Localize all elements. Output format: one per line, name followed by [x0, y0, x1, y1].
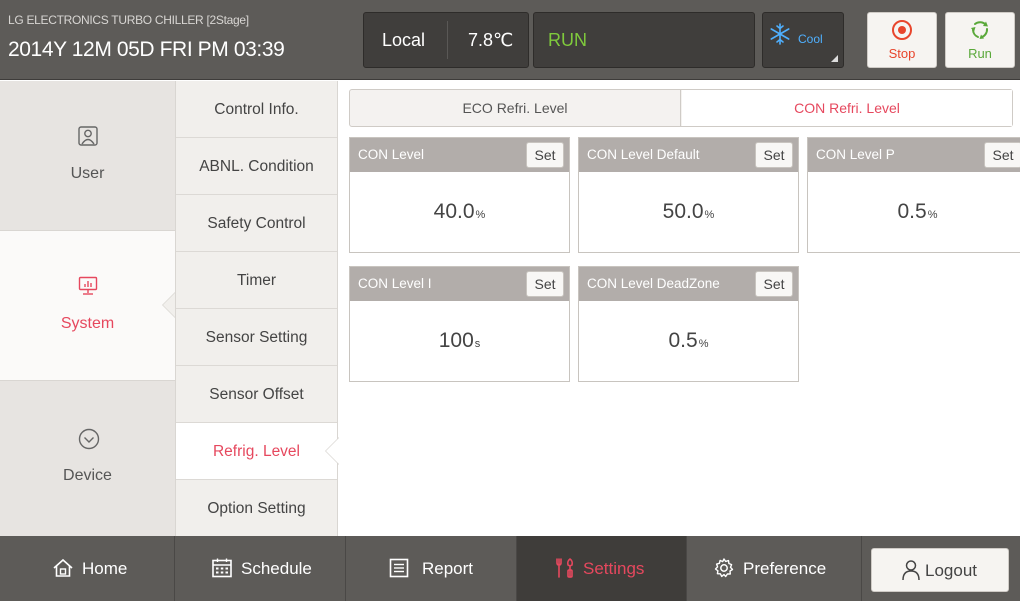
- run-status-text: RUN: [548, 30, 587, 50]
- subnav-item-sensor-setting[interactable]: Sensor Setting: [176, 309, 337, 366]
- cool-mode-selector[interactable]: Cool: [762, 12, 844, 68]
- card-header: CON Level Default Set: [579, 138, 798, 172]
- cool-mode-label: Cool: [798, 32, 823, 46]
- control-mode-label: Local: [382, 30, 426, 50]
- stop-button-label: Stop: [888, 46, 916, 61]
- value-unit: %: [698, 338, 709, 350]
- logout-button[interactable]: Logout: [871, 548, 1009, 592]
- bottom-nav: Home Schedule Report Settings Preference: [0, 536, 1020, 601]
- value-number: 100: [438, 329, 474, 352]
- gear-icon: [714, 558, 734, 578]
- value-unit: %: [927, 209, 938, 221]
- stop-button[interactable]: Stop: [867, 12, 937, 68]
- header-bar: LG ELECTRONICS TURBO CHILLER [2Stage] 20…: [0, 0, 1020, 80]
- level-tabbar: ECO Refri. Level CON Refri. Level: [349, 89, 1013, 127]
- tab-eco-refri-level[interactable]: ECO Refri. Level: [350, 90, 681, 126]
- nav-settings-label: Settings: [583, 559, 645, 578]
- card-title: CON Level I: [358, 276, 432, 291]
- nav-home-label: Home: [82, 559, 128, 578]
- nav-schedule[interactable]: Schedule: [175, 536, 346, 601]
- subnav-item-control-info[interactable]: Control Info.: [176, 81, 337, 138]
- nav-settings[interactable]: Settings: [517, 536, 687, 601]
- set-button[interactable]: Set: [755, 142, 793, 168]
- card-value: 100s: [350, 329, 569, 353]
- home-icon: [53, 558, 73, 577]
- sidebar-item-label: User: [70, 165, 105, 182]
- check-circle-icon: [78, 428, 100, 450]
- run-button-label: Run: [968, 46, 992, 61]
- value-number: 0.5: [668, 329, 698, 352]
- subnav-item-abnl-condition[interactable]: ABNL. Condition: [176, 138, 337, 195]
- subnav-item-option-setting[interactable]: Option Setting: [176, 480, 337, 537]
- run-cycle-icon: [971, 21, 988, 39]
- mode-status-box: Local 7.8℃: [363, 12, 529, 68]
- device-title: LG ELECTRONICS TURBO CHILLER [2Stage]: [8, 13, 249, 27]
- temperature-readout: 7.8℃: [468, 30, 514, 50]
- card-title: CON Level: [358, 147, 425, 162]
- nav-report[interactable]: Report: [346, 536, 517, 601]
- primary-sidebar: User System Device: [0, 81, 176, 536]
- card-value: 0.5%: [579, 329, 798, 353]
- sidebar-item-label: System: [60, 315, 115, 332]
- card-header: CON Level Set: [350, 138, 569, 172]
- card-value: 0.5%: [808, 200, 1020, 224]
- datetime-display: 2014Y 12M 05D FRI PM 03:39: [8, 38, 285, 61]
- sidebar-item-label: Device: [63, 467, 112, 484]
- setting-card-con-level-i: CON Level I Set 100s: [349, 266, 570, 382]
- sidebar-item-user[interactable]: User: [0, 81, 175, 231]
- value-unit: s: [474, 338, 481, 350]
- value-unit: %: [704, 209, 715, 221]
- card-value: 40.0%: [350, 200, 569, 224]
- setting-card-con-level: CON Level Set 40.0%: [349, 137, 570, 253]
- sidebar-item-system[interactable]: System: [0, 230, 176, 381]
- card-header: CON Level I Set: [350, 267, 569, 301]
- value-number: 50.0: [662, 200, 704, 223]
- report-icon: [389, 558, 409, 578]
- value-number: 40.0: [433, 200, 475, 223]
- dropdown-corner-icon: [831, 55, 838, 62]
- setting-card-con-level-p: CON Level P Set 0.5%: [807, 137, 1020, 253]
- subnav-item-sensor-offset[interactable]: Sensor Offset: [176, 366, 337, 423]
- snowflake-icon: [770, 23, 790, 45]
- card-value: 50.0%: [579, 200, 798, 224]
- card-header: CON Level P Set: [808, 138, 1020, 172]
- system-monitor-icon: [78, 276, 98, 295]
- tab-con-refri-level[interactable]: CON Refri. Level: [682, 90, 1012, 126]
- sidebar-item-device[interactable]: Device: [0, 383, 175, 533]
- main-content: ECO Refri. Level CON Refri. Level CON Le…: [339, 81, 1020, 536]
- subnav-item-refrig-level[interactable]: Refrig. Level: [176, 423, 337, 480]
- card-title: CON Level Default: [587, 147, 700, 162]
- card-title: CON Level DeadZone: [587, 276, 720, 291]
- card-title: CON Level P: [816, 147, 895, 162]
- nav-preference-label: Preference: [743, 559, 827, 578]
- value-number: 0.5: [897, 200, 927, 223]
- secondary-sidebar: Control Info. ABNL. Condition Safety Con…: [175, 81, 339, 537]
- stop-icon: [892, 20, 912, 40]
- set-button[interactable]: Set: [526, 271, 564, 297]
- nav-report-label: Report: [422, 559, 474, 578]
- run-status-box: RUN: [533, 12, 755, 68]
- divider: [447, 21, 448, 59]
- set-button[interactable]: Set: [984, 142, 1020, 168]
- setting-card-con-level-default: CON Level Default Set 50.0%: [578, 137, 799, 253]
- subnav-item-timer[interactable]: Timer: [176, 252, 337, 309]
- nav-home[interactable]: Home: [0, 536, 175, 601]
- user-outline-icon: [902, 560, 920, 581]
- settings-icon: [556, 558, 574, 578]
- nav-preference[interactable]: Preference: [687, 536, 862, 601]
- user-icon: [78, 126, 98, 146]
- setting-card-con-level-deadzone: CON Level DeadZone Set 0.5%: [578, 266, 799, 382]
- set-button[interactable]: Set: [755, 271, 793, 297]
- active-pointer-fill: [326, 438, 339, 464]
- logout-label: Logout: [925, 561, 977, 580]
- subnav-item-safety-control[interactable]: Safety Control: [176, 195, 337, 252]
- set-button[interactable]: Set: [526, 142, 564, 168]
- calendar-icon: [212, 558, 232, 578]
- run-button[interactable]: Run: [945, 12, 1015, 68]
- card-header: CON Level DeadZone Set: [579, 267, 798, 301]
- nav-schedule-label: Schedule: [241, 559, 312, 578]
- value-unit: %: [475, 209, 486, 221]
